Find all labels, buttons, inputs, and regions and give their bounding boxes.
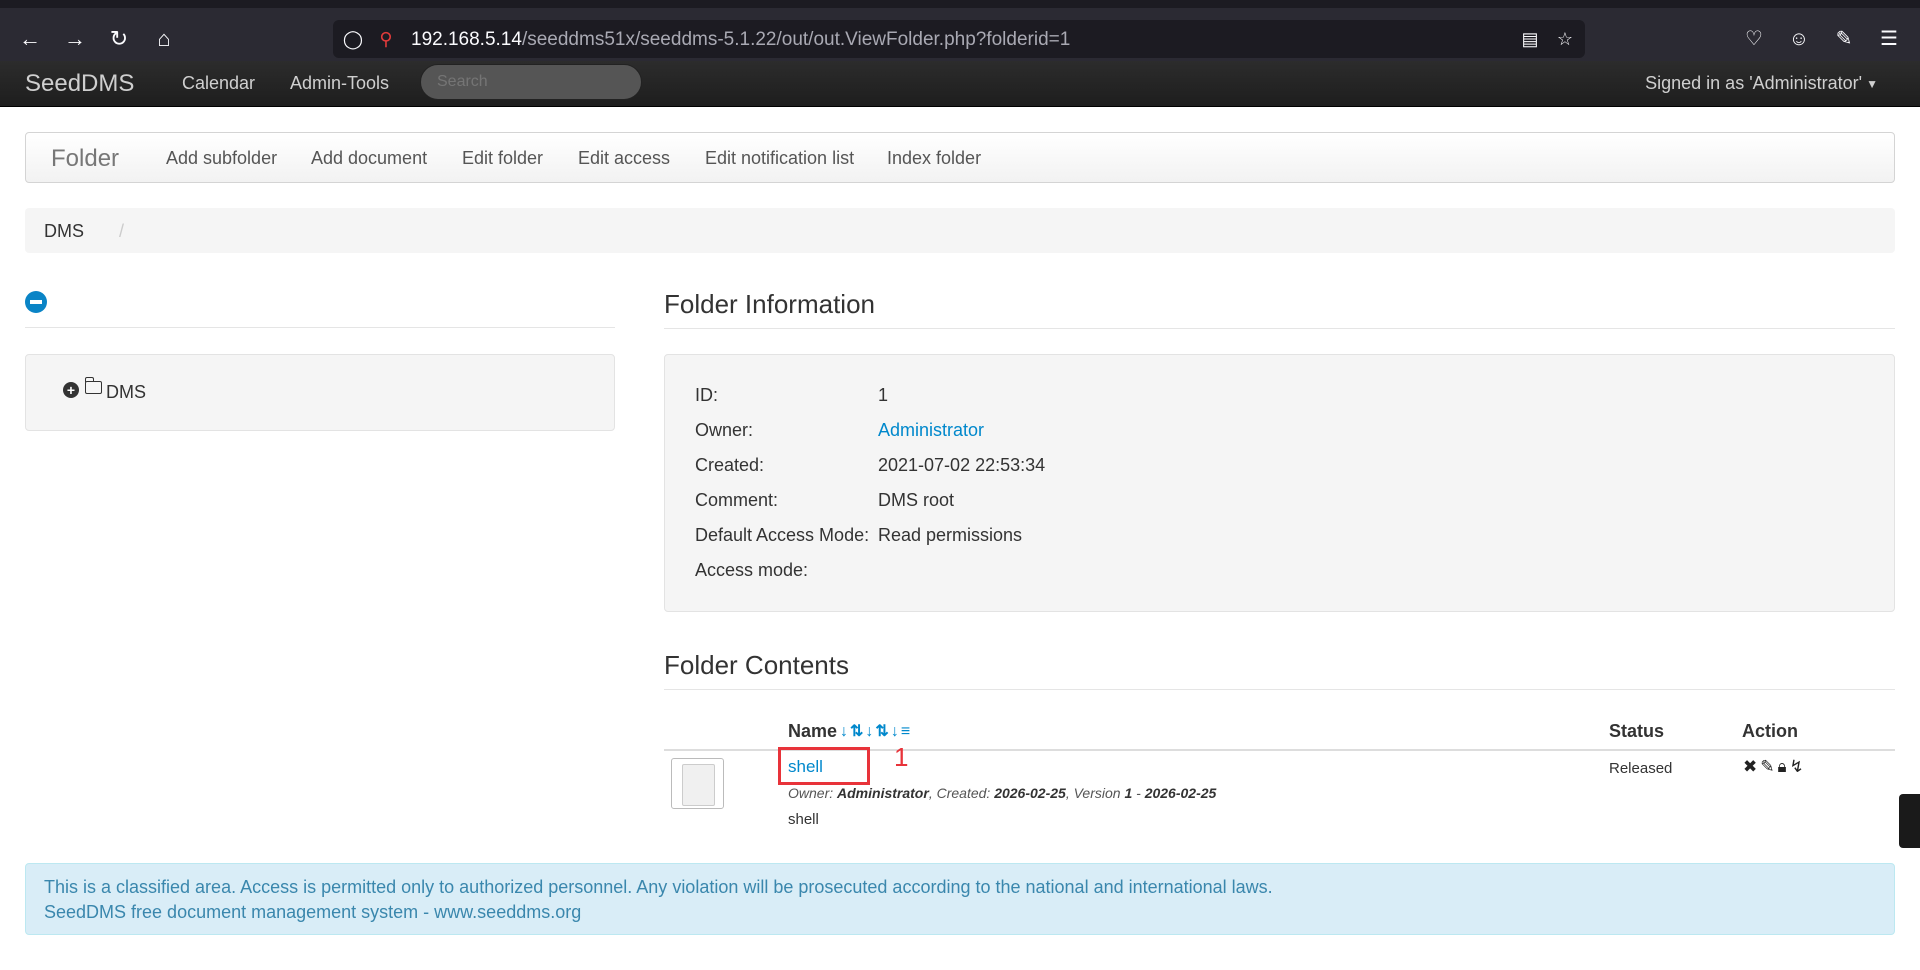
edit-icon[interactable]: ✎ [1760,757,1777,776]
address-bar[interactable]: ◯ ⚲ 192.168.5.14/seeddms51x/seeddms-5.1.… [333,20,1585,58]
info-label-owner: Owner: [695,420,754,440]
breadcrumb-dms[interactable]: DMS [44,221,84,242]
reader-view-icon[interactable]: ▤ [1519,28,1541,50]
expand-plus-icon[interactable]: + [63,382,79,398]
info-label-created: Created: [695,455,765,475]
column-header-action: Action [1742,721,1798,741]
sort-numeric-icon[interactable]: ↓⇅ [865,723,890,740]
annotation-number: 1 [894,742,909,772]
info-value-comment: DMS root [878,490,955,510]
footer-alert: This is a classified area. Access is per… [25,863,1895,935]
document-actions: ✖✎🔒︎↯ [1743,757,1807,777]
shield-icon[interactable]: ◯ [342,28,364,50]
url-text[interactable]: 192.168.5.14/seeddms51x/seeddms-5.1.22/o… [411,29,1070,51]
info-value-default-access: Read permissions [878,525,1023,545]
column-header-name: Name [788,721,838,741]
collapse-minus-icon[interactable] [25,291,47,313]
folder-info-title: Folder Information [664,289,875,319]
nav-admin-tools[interactable]: Admin-Tools [290,73,389,94]
subnav-title: Folder [51,145,120,172]
account-icon[interactable]: ☺ [1786,26,1812,52]
divider [25,327,615,328]
search-input[interactable] [420,64,642,100]
browser-toolbar: ← → ↻ ⌂ ◯ ⚲ 192.168.5.14/seeddms51x/seed… [0,0,1920,61]
folder-tree: + DMS [25,354,615,431]
sort-alpha-icon[interactable]: ↓⇅ [840,723,865,740]
bookmark-star-icon[interactable]: ☆ [1554,28,1576,50]
back-icon[interactable]: ← [17,26,43,52]
add-document-link[interactable]: Add document [311,148,427,169]
home-icon[interactable]: ⌂ [151,26,177,52]
info-value-created: 2021-07-02 22:53:34 [878,455,1046,475]
lightning-icon[interactable]: ↯ [1790,757,1807,776]
add-subfolder-link[interactable]: Add subfolder [166,148,277,169]
info-label-access-mode: Access mode: [695,560,809,580]
folder-subnav: Folder Add subfolder Add document Edit f… [25,132,1895,183]
footer-disclaimer: This is a classified area. Access is per… [44,877,1273,897]
reload-icon[interactable]: ↻ [106,26,132,52]
document-meta: Owner: Administrator, Created: 2026-02-2… [788,785,1217,801]
info-label-default-access: Default Access Mode: [695,525,870,545]
breadcrumb-separator: / [119,221,125,241]
insecure-lock-icon[interactable]: ⚲ [375,28,397,50]
info-value-id: 1 [878,385,889,405]
sort-order-icon[interactable]: ↓≡ [891,723,912,740]
folder-info-panel: ID: 1 Owner: Administrator Created: 2021… [664,354,1895,612]
extensions-icon[interactable]: ✎ [1831,26,1857,52]
document-thumbnail[interactable] [671,758,724,809]
user-menu[interactable]: Signed in as 'Administrator' ▼ [1645,73,1878,94]
edit-notification-list-link[interactable]: Edit notification list [705,148,854,169]
annotation-highlight-box [778,747,870,785]
edit-access-link[interactable]: Edit access [578,148,670,169]
tree-item-dms[interactable]: DMS [106,382,146,403]
folder-icon [85,377,102,394]
breadcrumb: DMS / [25,208,1895,253]
nav-calendar[interactable]: Calendar [182,73,255,94]
status-badge: Released [1609,760,1673,777]
column-header-status: Status [1609,721,1665,741]
delete-icon[interactable]: ✖ [1743,757,1760,776]
user-menu-label: Signed in as 'Administrator' [1645,73,1863,93]
footer-credits[interactable]: SeedDMS free document management system … [44,900,1876,925]
forward-icon[interactable]: → [62,26,88,52]
divider [664,689,1895,690]
pocket-icon[interactable]: ♡ [1741,26,1767,52]
divider [664,328,1895,329]
info-label-id: ID: [695,385,719,405]
owner-link[interactable]: Administrator [878,420,984,441]
caret-down-icon: ▼ [1866,77,1878,92]
document-comment: shell [788,811,819,828]
folder-contents-title: Folder Contents [664,650,849,680]
info-label-comment: Comment: [695,490,779,510]
lock-icon[interactable]: 🔒︎ [1778,757,1790,776]
brand-link[interactable]: SeedDMS [25,70,134,98]
side-panel-handle[interactable] [1899,794,1920,848]
menu-icon[interactable]: ☰ [1876,26,1902,52]
index-folder-link[interactable]: Index folder [887,148,981,169]
sort-icons: ↓⇅↓⇅↓≡ [840,721,912,741]
app-navbar: SeedDMS Calendar Admin-Tools Signed in a… [0,61,1920,107]
edit-folder-link[interactable]: Edit folder [462,148,543,169]
